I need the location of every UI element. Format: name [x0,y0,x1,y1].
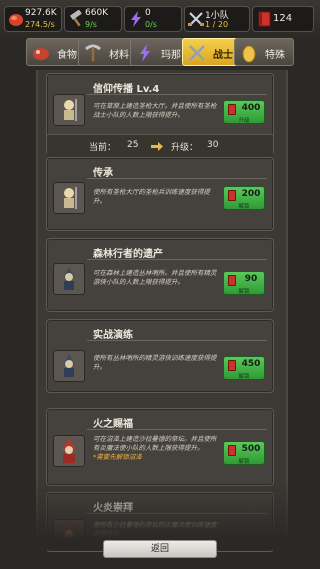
lightning-icon [131,11,141,27]
unlock-button[interactable]: 200 解锁 [223,186,265,210]
mana-amount: 0 [145,8,151,18]
card-description: 可在森林上建造丛林哨所。并且使所有精灵游侠小队的人数上限获得提升。 [93,269,217,286]
card-description: 可在沼泽上建造沙拉曼德的祭坛。并且使所有炎魔法使小队的人数上限获得提升。 *需要… [93,435,217,462]
price: 90 [244,274,258,284]
button-label: 解锁 [238,204,250,210]
level-row: 当前： 25 升级： 30 [47,134,273,157]
next-value: 30 [207,140,219,150]
button-label: 解锁 [238,459,250,465]
requirement-note: *需要先解锁沼泽 [93,453,142,461]
price: 500 [241,444,261,454]
card-description: 可在草原上建造圣枪大厅。并且使所有圣枪战士小队的人数上限获得提升。 [93,102,217,119]
upgrade-card: 火之赐福 可在沼泽上建造沙拉曼德的祭坛。并且使所有炎魔法使小队的人数上限获得提升… [46,408,274,486]
card-title: 火之赐福 [93,419,133,430]
back-button[interactable]: 返回 [103,540,217,558]
mana-rate: 0/s [145,20,157,29]
book-icon [228,190,236,201]
upgrade-card: 传承 使所有圣枪大厅的圣枪兵训练速度获得提升。 200 解锁 [46,157,274,231]
book-amount: 124 [273,13,293,24]
divider [87,259,267,260]
current-value: 25 [127,140,139,150]
tab-special-label: 特殊 [265,50,285,61]
pickaxe-icon [85,44,101,61]
price: 450 [241,359,261,369]
divider [87,340,267,341]
upgrade-card: 实战演练 使所有丛林哨所的精灵游侠训练速度获得提升。 450 解锁 [46,319,274,393]
resource-food: 927.6K 274.5/s [4,6,62,32]
tab-special[interactable]: 特殊 [234,38,294,66]
resource-books: 124 [252,6,314,32]
book-icon [228,360,236,371]
divider [87,513,267,514]
button-label: 解锁 [238,374,250,380]
ranger-avatar [53,263,85,295]
tab-mana[interactable]: 玛那 [130,38,190,66]
unlock-button[interactable]: 450 解锁 [223,356,265,380]
spearman-avatar [53,182,85,214]
upgrade-button[interactable]: 400 升级 [223,100,265,124]
button-label: 升级 [238,118,250,124]
hammer-icon [69,10,82,27]
upgrade-card: 森林行者的遗产 可在森林上建造丛林哨所。并且使所有精灵游侠小队的人数上限获得提升… [46,238,274,312]
divider [87,178,267,179]
upgrade-card: 信仰传播 Lv.4 可在草原上建造圣枪大厅。并且使所有圣枪战士小队的人数上限获得… [46,73,274,157]
divider [87,429,267,430]
ranger-avatar [53,350,85,382]
next-label: 升级： [171,143,199,153]
food-amount: 927.6K [25,8,57,18]
unlock-button[interactable]: 500 解锁 [223,441,265,465]
warrior-icon [189,45,205,61]
food-icon [33,48,49,60]
tab-warrior[interactable]: 战士 [182,38,242,66]
card-title: 森林行者的遗产 [93,249,163,260]
book-icon [228,445,236,456]
book-icon [228,275,236,286]
description-text: 可在沼泽上建造沙拉曼德的祭坛。并且使所有炎魔法使小队的人数上限获得提升。 [93,435,217,452]
egg-icon [242,45,256,63]
card-title: 火炎崇拜 [93,503,133,514]
resource-mana: 0 0/s [124,6,182,32]
button-label: 解锁 [238,289,250,295]
card-title: 实战演练 [93,330,133,341]
meat-icon [9,14,23,26]
price: 200 [241,189,261,199]
book-icon [258,11,271,27]
mage-avatar [53,435,85,467]
arrow-right-icon [151,142,163,151]
squad-capacity: 1 / 20 [205,20,229,29]
card-description: 使所有沙拉曼德的祭坛的炎魔法使训练速度获得提升。 [93,521,217,538]
category-tabs: 食物 材料 玛那 战士 特殊 [26,38,294,68]
mage-avatar [53,519,85,551]
divider [87,94,267,95]
mana-icon [140,44,150,62]
spearman-avatar [53,94,85,126]
book-icon [228,104,236,115]
card-title: 传承 [93,168,113,179]
resource-material: 660K 9/s [64,6,122,32]
unlock-button[interactable]: 90 解锁 [223,271,265,295]
resource-bar: 927.6K 274.5/s 660K 9/s 0 0/s 1小队 1 / 20… [0,0,320,36]
food-rate: 274.5/s [25,20,55,29]
card-title: 信仰传播 Lv.4 [93,84,160,95]
resource-squads: 1小队 1 / 20 [184,6,250,32]
card-description: 使所有圣枪大厅的圣枪兵训练速度获得提升。 [93,188,210,205]
material-rate: 9/s [85,20,97,29]
tab-material[interactable]: 材料 [78,38,138,66]
current-label: 当前： [89,143,117,153]
swords-icon [188,12,204,26]
tab-food[interactable]: 食物 [26,38,86,66]
material-amount: 660K [85,8,109,18]
price: 400 [241,103,261,113]
card-description: 使所有丛林哨所的精灵游侠训练速度获得提升。 [93,354,217,371]
